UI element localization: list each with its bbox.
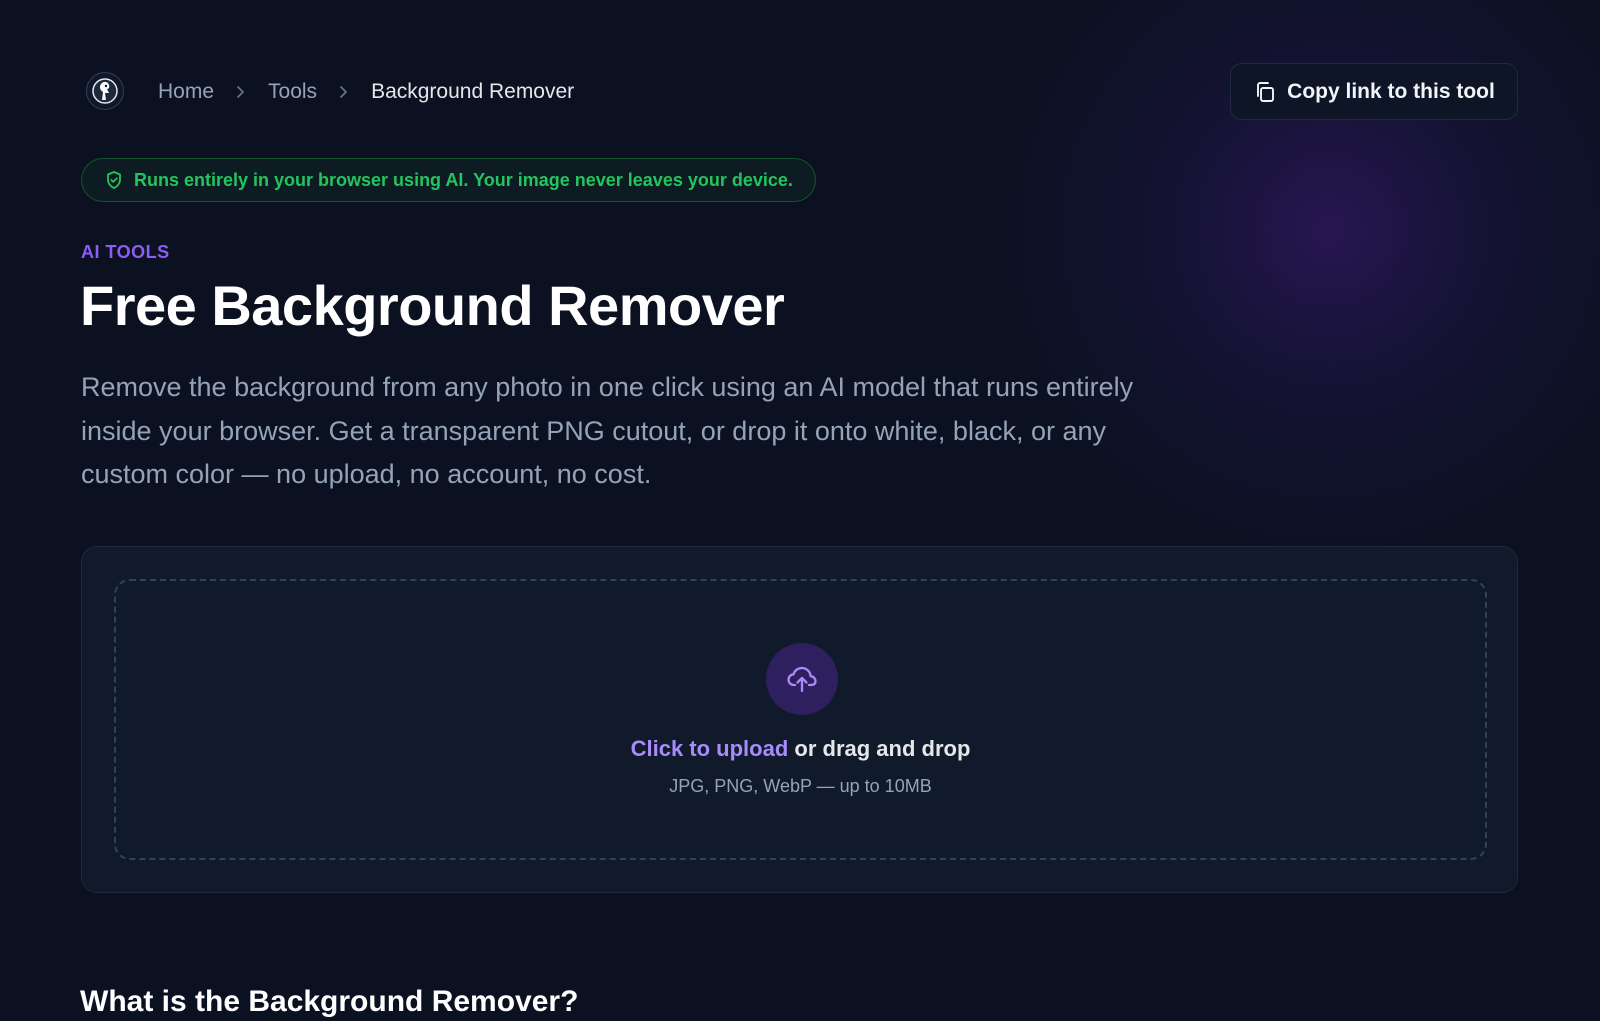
copy-icon	[1253, 80, 1277, 104]
copy-link-button[interactable]: Copy link to this tool	[1230, 63, 1518, 120]
cloud-upload-icon	[766, 643, 838, 715]
chevron-right-icon	[339, 85, 349, 99]
chevron-right-icon	[236, 85, 246, 99]
breadcrumb: Home Tools Background Remover	[158, 78, 574, 106]
drag-drop-text: or drag and drop	[788, 736, 971, 761]
breadcrumb-current: Background Remover	[371, 80, 575, 103]
breadcrumb-home-link[interactable]: Home	[158, 80, 214, 104]
upload-card: Click to upload or drag and drop JPG, PN…	[81, 546, 1518, 893]
shield-check-icon	[104, 170, 124, 190]
upload-hint: JPG, PNG, WebP — up to 10MB	[669, 776, 932, 796]
upload-dropzone[interactable]: Click to upload or drag and drop JPG, PN…	[114, 579, 1487, 860]
page-description: Remove the background from any photo in …	[81, 372, 1134, 489]
category-label: AI TOOLS	[81, 242, 170, 262]
section-title: What is the Background Remover?	[80, 985, 579, 1018]
privacy-badge: Runs entirely in your browser using AI. …	[81, 158, 816, 202]
upload-instructions: Click to upload or drag and drop	[116, 736, 1485, 762]
copy-link-label: Copy link to this tool	[1287, 79, 1495, 103]
click-to-upload-link[interactable]: Click to upload	[631, 736, 789, 761]
page-title: Free Background Remover	[80, 274, 785, 337]
breadcrumb-tools-link[interactable]: Tools	[268, 80, 317, 104]
privacy-text: Runs entirely in your browser using AI. …	[134, 169, 793, 190]
page: Home Tools Background Remover Copy link …	[0, 0, 1600, 1018]
character-logo-icon[interactable]	[86, 72, 124, 110]
